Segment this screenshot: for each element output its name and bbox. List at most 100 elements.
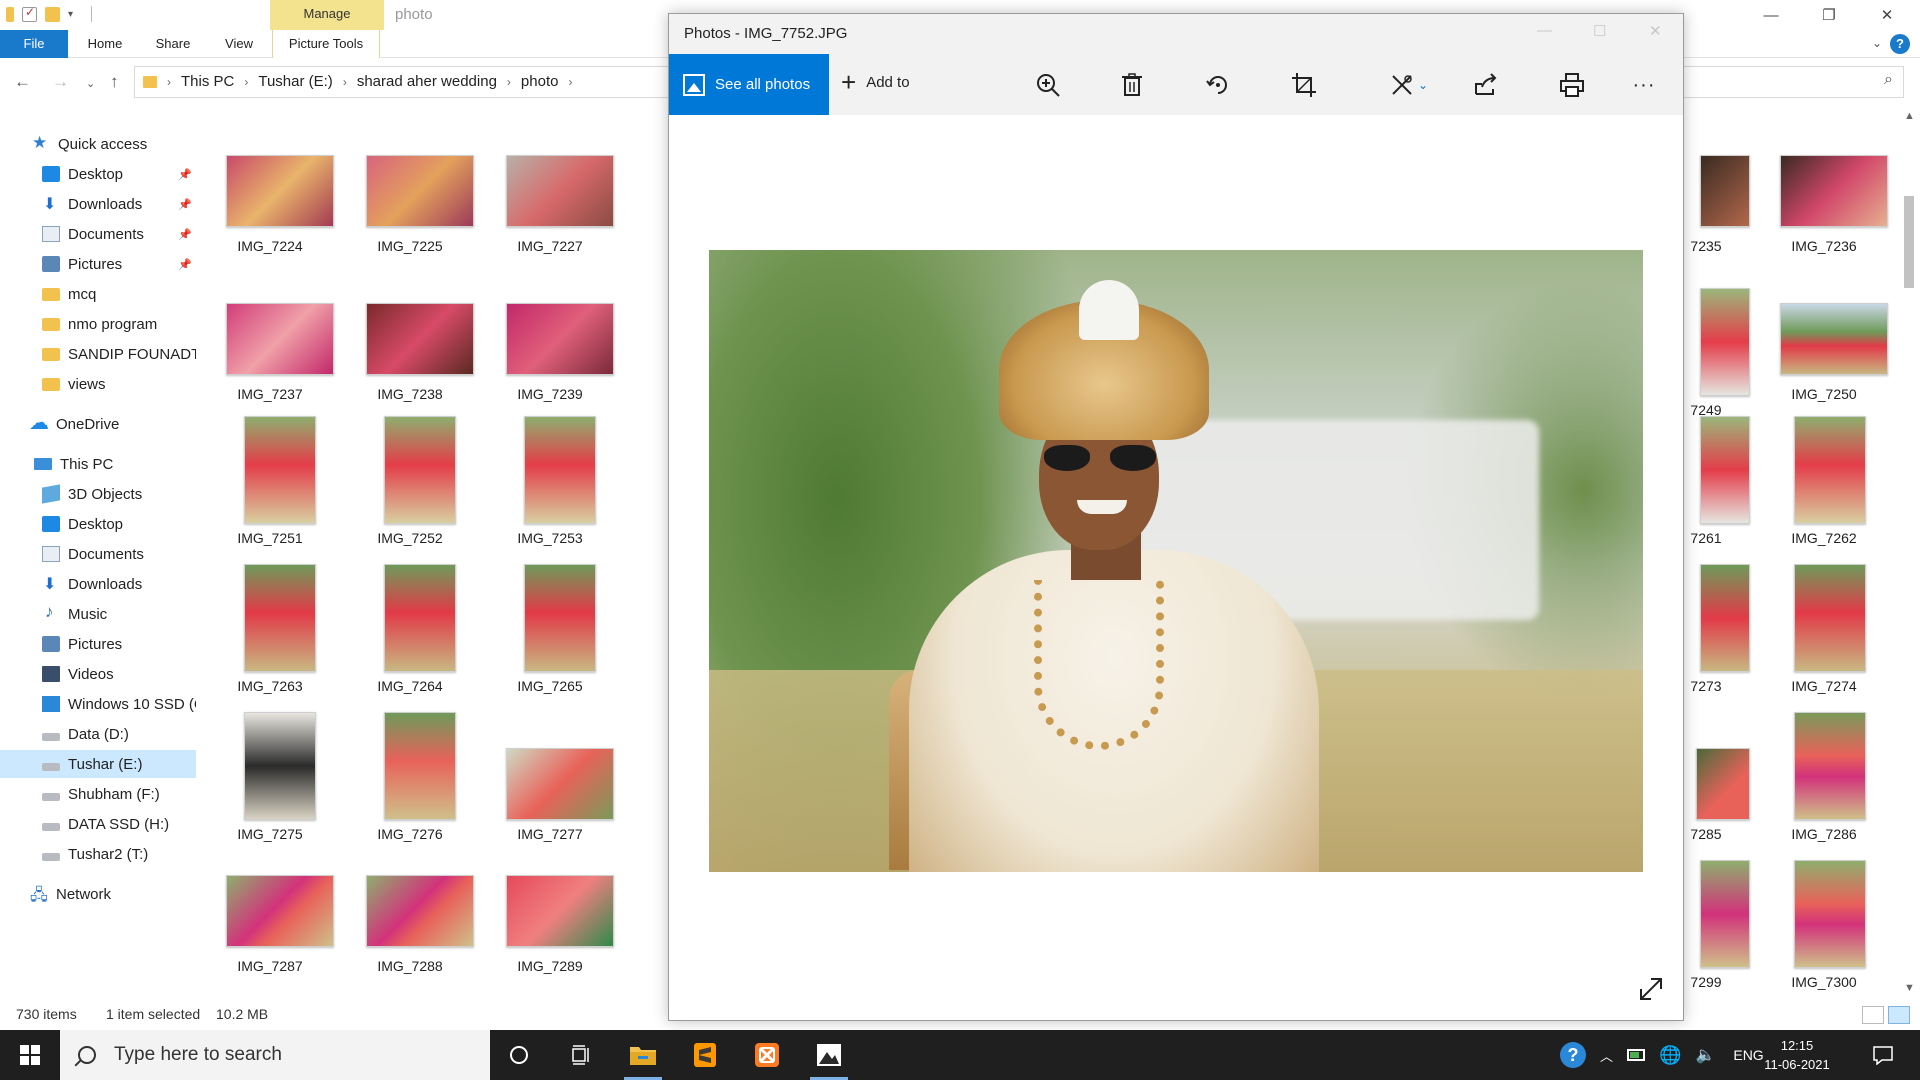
chevron-up-icon[interactable]: ︿ (1600, 1046, 1613, 1065)
tab-picture-tools[interactable]: Picture Tools (272, 30, 380, 58)
file-item[interactable]: IMG_7300 (1774, 860, 1894, 990)
file-item[interactable]: IMG_7224 (210, 140, 334, 260)
expand-ribbon-icon[interactable]: ⌄ (1872, 36, 1882, 50)
more-icon[interactable]: ··· (1627, 68, 1661, 102)
tab-file[interactable]: File (0, 30, 68, 58)
nav-drive-c[interactable]: Windows 10 SSD (C (0, 690, 196, 718)
nav-3d-objects[interactable]: 3D Objects (0, 480, 196, 508)
file-item[interactable]: IMG_7237 (210, 288, 334, 408)
crop-icon[interactable] (1287, 68, 1321, 102)
file-item[interactable]: IMG_7225 (350, 140, 474, 260)
file-item[interactable]: IMG_7250 (1774, 288, 1894, 408)
recent-locations-icon[interactable]: ⌄ (86, 77, 95, 90)
file-explorer-taskbar-icon[interactable] (618, 1030, 668, 1080)
rotate-icon[interactable] (1201, 68, 1235, 102)
delete-icon[interactable] (1115, 68, 1149, 102)
photo-canvas[interactable] (669, 115, 1683, 1020)
nav-pc-downloads[interactable]: Downloads (0, 570, 196, 598)
nav-drive-t[interactable]: Tushar2 (T:) (0, 840, 196, 868)
restore-button[interactable]: ❐ (1806, 0, 1852, 30)
nav-drive-h[interactable]: DATA SSD (H:) (0, 810, 196, 838)
new-folder-icon[interactable] (45, 6, 60, 22)
file-item[interactable]: IMG_7277 (490, 712, 614, 842)
minimize-button[interactable]: — (1537, 22, 1552, 39)
nav-drive-e[interactable]: Tushar (E:) (0, 750, 196, 778)
file-item[interactable]: IMG_7227 (490, 140, 614, 260)
breadcrumb-folder[interactable]: sharad aher wedding (357, 73, 497, 90)
folder-icon[interactable] (6, 6, 14, 22)
chevron-right-icon[interactable]: › (343, 75, 347, 89)
maximize-button[interactable]: ☐ (1593, 22, 1606, 40)
file-item[interactable]: IMG_7236 (1774, 140, 1894, 260)
chevron-right-icon[interactable]: › (167, 75, 171, 89)
nav-pictures[interactable]: Pictures 📌 (0, 250, 196, 278)
breadcrumb-current[interactable]: photo (521, 73, 559, 90)
print-icon[interactable] (1555, 68, 1589, 102)
search-icon[interactable]: ⌕ (1884, 71, 1893, 89)
breadcrumb-this-pc[interactable]: This PC (181, 73, 234, 90)
vertical-scrollbar[interactable]: ▲ ▼ (1900, 108, 1920, 998)
nav-folder-nmo[interactable]: nmo program (0, 310, 196, 338)
nav-music[interactable]: Music (0, 600, 196, 628)
task-view-icon[interactable] (556, 1030, 606, 1080)
full-screen-icon[interactable] (1635, 973, 1667, 1005)
see-all-photos-button[interactable]: See all photos (669, 54, 829, 115)
back-arrow-icon[interactable]: ← (14, 72, 31, 92)
nav-quick-access[interactable]: Quick access (0, 130, 196, 158)
file-item[interactable]: IMG_7253 (490, 416, 610, 546)
close-button[interactable]: ✕ (1864, 0, 1910, 30)
file-item[interactable]: IMG_7287 (210, 860, 334, 980)
customize-qat-icon[interactable]: ▾ (68, 9, 73, 20)
chevron-right-icon[interactable]: › (244, 75, 248, 89)
scroll-up-icon[interactable]: ▲ (1904, 110, 1915, 122)
nav-pc-desktop[interactable]: Desktop (0, 510, 196, 538)
tab-view[interactable]: View (214, 30, 264, 58)
file-item[interactable]: IMG_7286 (1774, 712, 1894, 842)
nav-onedrive[interactable]: OneDrive (0, 410, 196, 438)
file-item[interactable]: IMG_7265 (490, 564, 610, 694)
file-item[interactable]: IMG_7289 (490, 860, 614, 980)
nav-videos[interactable]: Videos (0, 660, 196, 688)
nav-this-pc[interactable]: This PC (0, 450, 196, 478)
nav-folder-mcq[interactable]: mcq (0, 280, 196, 308)
large-icons-view-icon[interactable] (1888, 1006, 1910, 1024)
cortana-icon[interactable] (494, 1030, 544, 1080)
nav-drive-d[interactable]: Data (D:) (0, 720, 196, 748)
add-to-button[interactable]: + Add to (841, 69, 910, 95)
xampp-icon[interactable] (742, 1030, 792, 1080)
battery-icon[interactable] (1627, 1049, 1646, 1061)
chevron-right-icon[interactable]: › (507, 75, 511, 89)
tab-home[interactable]: Home (80, 30, 130, 58)
groom-photo[interactable] (709, 250, 1643, 872)
file-item[interactable]: IMG_7238 (350, 288, 474, 408)
start-button[interactable] (0, 1030, 60, 1080)
properties-icon[interactable]: ✓ (22, 5, 37, 22)
taskbar-search-box[interactable]: Type here to search (60, 1030, 490, 1080)
file-item[interactable]: IMG_7251 (210, 416, 330, 546)
chevron-right-icon[interactable]: › (568, 75, 572, 89)
file-item[interactable]: IMG_7262 (1774, 416, 1894, 546)
photos-taskbar-icon[interactable] (804, 1030, 854, 1080)
nav-pc-pictures[interactable]: Pictures (0, 630, 196, 658)
manage-context-tab[interactable]: Manage (270, 0, 384, 30)
notifications-icon[interactable] (1858, 1030, 1908, 1080)
file-item[interactable]: IMG_7288 (350, 860, 474, 980)
file-item[interactable]: IMG_7263 (210, 564, 330, 694)
up-arrow-icon[interactable]: ↑ (110, 72, 119, 92)
breadcrumb-drive[interactable]: Tushar (E:) (258, 73, 332, 90)
minimize-button[interactable]: — (1748, 0, 1794, 30)
nav-downloads[interactable]: Downloads 📌 (0, 190, 196, 218)
network-globe-icon[interactable]: 🌐 (1659, 1045, 1681, 1066)
tab-share[interactable]: Share (148, 30, 198, 58)
file-item[interactable]: IMG_7239 (490, 288, 614, 408)
file-item[interactable]: IMG_7274 (1774, 564, 1894, 694)
nav-drive-f[interactable]: Shubham (F:) (0, 780, 196, 808)
file-item[interactable]: IMG_7276 (350, 712, 470, 842)
help-icon[interactable]: ? (1890, 34, 1910, 54)
file-item[interactable]: IMG_7264 (350, 564, 470, 694)
zoom-in-icon[interactable] (1031, 68, 1065, 102)
close-button[interactable]: ✕ (1649, 22, 1662, 40)
edit-create-icon[interactable] (1385, 68, 1419, 102)
help-tray-icon[interactable]: ? (1560, 1042, 1586, 1068)
scrollbar-thumb[interactable] (1904, 196, 1914, 288)
